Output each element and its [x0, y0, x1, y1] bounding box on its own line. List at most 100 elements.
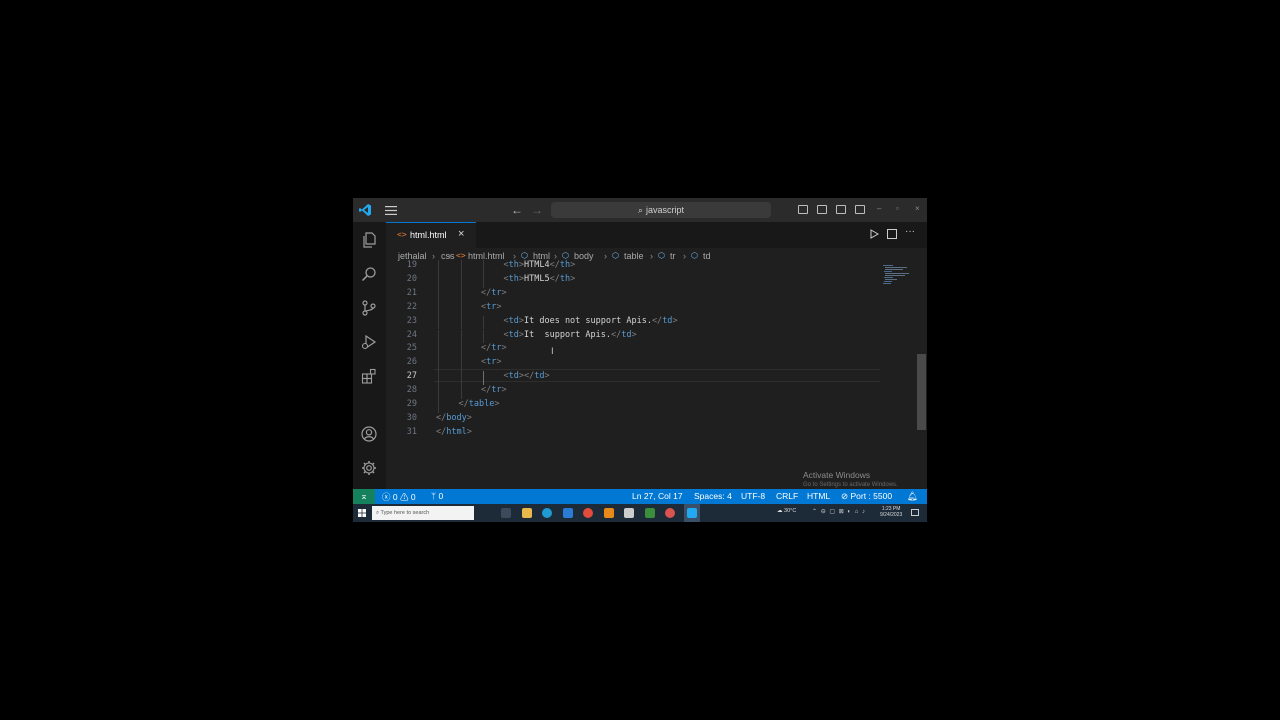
close-window-icon[interactable]: ×	[915, 204, 920, 214]
code-line[interactable]: </body>	[436, 413, 472, 423]
indent-guide	[438, 287, 439, 302]
customize-layout-icon[interactable]	[855, 205, 865, 214]
text-content: HTML5	[524, 273, 550, 284]
breadcrumb-item[interactable]: td	[703, 251, 711, 261]
code-line[interactable]: </html>	[436, 427, 472, 437]
tag-name: th	[559, 260, 571, 270]
minimap[interactable]	[881, 264, 917, 294]
end-of-line[interactable]: CRLF	[776, 491, 798, 501]
tag-name: td	[621, 329, 632, 340]
weather-widget[interactable]: ☁ 30°C	[777, 508, 796, 514]
split-editor-icon[interactable]	[887, 229, 897, 239]
command-center-search[interactable]: ⌕ javascript	[551, 202, 771, 218]
tag-bracket: </	[436, 426, 447, 437]
edge-browser-icon[interactable]	[542, 508, 552, 518]
tag-bracket: >	[501, 343, 507, 354]
code-line[interactable]: <tr>	[481, 302, 502, 312]
tag-bracket: >	[501, 287, 507, 298]
notepad-icon[interactable]	[624, 508, 634, 518]
code-line[interactable]: </tr>	[481, 288, 507, 298]
code-line[interactable]: </tr>	[481, 385, 507, 395]
vscode-logo-icon	[359, 204, 371, 216]
code-line[interactable]: <tr>	[481, 357, 502, 367]
toggle-primary-sidebar-icon[interactable]	[798, 205, 808, 214]
toggle-secondary-sidebar-icon[interactable]	[836, 205, 846, 214]
tag-bracket: </	[436, 412, 447, 423]
problems-indicator[interactable]: ⓧ 0 ⚠ 0	[382, 491, 416, 503]
code-line[interactable]: <th>HTML4</th>	[504, 260, 576, 270]
code-line[interactable]: <td></td>	[504, 371, 550, 381]
tag-bracket: >	[466, 412, 472, 423]
indent-guide	[438, 385, 439, 399]
windows-start-icon[interactable]	[358, 509, 366, 517]
notification-center-icon[interactable]	[911, 509, 919, 516]
code-line[interactable]: </table>	[459, 399, 500, 409]
tag-bracket: >	[496, 301, 502, 312]
indent-guide	[483, 260, 484, 274]
indentation[interactable]: Spaces: 4	[694, 491, 732, 501]
restore-icon[interactable]: ▫	[896, 204, 899, 214]
code-line[interactable]: <td>It support Apis.</td>	[504, 330, 637, 340]
tag-name: td	[508, 315, 519, 326]
file-explorer-icon[interactable]	[522, 508, 532, 518]
chrome-icon[interactable]	[583, 508, 593, 518]
breadcrumb-item[interactable]: body	[574, 251, 594, 261]
run-debug-icon[interactable]	[361, 334, 377, 350]
source-control-icon[interactable]	[361, 300, 377, 316]
breadcrumb-item[interactable]: html.html	[468, 251, 505, 261]
indent-guide	[438, 399, 439, 413]
explorer-icon[interactable]	[361, 232, 377, 248]
run-icon[interactable]	[869, 229, 879, 239]
text-content: It support Apis.	[524, 329, 611, 340]
text-content: It does not support Apis.	[524, 315, 652, 326]
indent-guide	[483, 329, 484, 344]
menu-icon[interactable]	[385, 206, 397, 215]
language-mode[interactable]: HTML	[807, 491, 830, 501]
forward-arrow-icon[interactable]: →	[531, 204, 543, 216]
chrome-profile-icon[interactable]	[665, 508, 675, 518]
more-actions-icon[interactable]: ···	[905, 226, 915, 237]
status-bar: ⌅ ⓧ 0 ⚠ 0 ᛘ 0 Ln 27, Col 17 Spaces: 4 UT…	[353, 489, 927, 504]
encoding[interactable]: UTF-8	[741, 491, 765, 501]
ports-indicator[interactable]: ᛘ 0	[431, 491, 443, 501]
tag-name: td	[534, 371, 545, 382]
minimize-icon[interactable]: –	[877, 204, 881, 214]
notifications-bell-icon[interactable]: 🔔︎	[907, 491, 918, 502]
tag-bracket: </	[549, 260, 560, 270]
code-line[interactable]: <th>HTML5</th>	[504, 274, 576, 284]
tag-name: td	[508, 329, 519, 340]
mail-icon[interactable]	[563, 508, 573, 518]
accounts-icon[interactable]	[361, 426, 377, 442]
tag-bracket: </	[481, 343, 492, 354]
toggle-panel-icon[interactable]	[817, 205, 827, 214]
settings-gear-icon[interactable]	[361, 460, 377, 476]
indent-guide	[438, 371, 439, 386]
code-line[interactable]: </tr>	[481, 343, 507, 353]
search-icon[interactable]	[361, 266, 377, 282]
tag-name: tr	[486, 301, 497, 312]
extensions-icon[interactable]	[361, 368, 377, 384]
indent-guide	[483, 371, 484, 386]
taskbar-clock[interactable]: 1:23 PM 9/24/2023	[880, 506, 902, 518]
cursor-position[interactable]: Ln 27, Col 17	[632, 491, 683, 501]
tab-html-html[interactable]: <> html.html ×	[386, 222, 476, 248]
taskbar-search-box[interactable]: ⌕ Type here to search	[372, 506, 474, 520]
photos-icon[interactable]	[645, 508, 655, 518]
live-server-port[interactable]: ⊘ Port : 5500	[841, 491, 892, 502]
breadcrumb-item[interactable]: tr	[670, 251, 676, 261]
code-line[interactable]: <td>It does not support Apis.</td>	[504, 316, 678, 326]
system-tray-icons[interactable]: ⌃ ⊖ ▢ ⊠ ◐ ⌂ ♪	[812, 508, 866, 515]
vlc-icon[interactable]	[604, 508, 614, 518]
task-view-icon[interactable]	[501, 508, 511, 518]
code-editor[interactable]: 19 <th>HTML4</th> 20 <th>HTML5</th> 21 </tr> 2…	[386, 260, 927, 489]
remote-indicator-icon[interactable]: ⌅	[353, 489, 375, 504]
back-arrow-icon[interactable]: ←	[511, 204, 523, 216]
tab-close-icon[interactable]: ×	[458, 228, 464, 240]
windows-taskbar: ⌕ Type here to search ☁ 30°C ⌃ ⊖ ▢ ⊠ ◐ ⌂…	[353, 504, 927, 522]
tag-bracket: </	[458, 399, 469, 409]
indent-guide	[483, 273, 484, 288]
breadcrumb-item[interactable]: table	[624, 251, 644, 261]
vscode-taskbar-icon[interactable]	[684, 504, 700, 522]
line-number: 29	[406, 399, 417, 409]
editor-scrollbar[interactable]	[917, 354, 926, 430]
